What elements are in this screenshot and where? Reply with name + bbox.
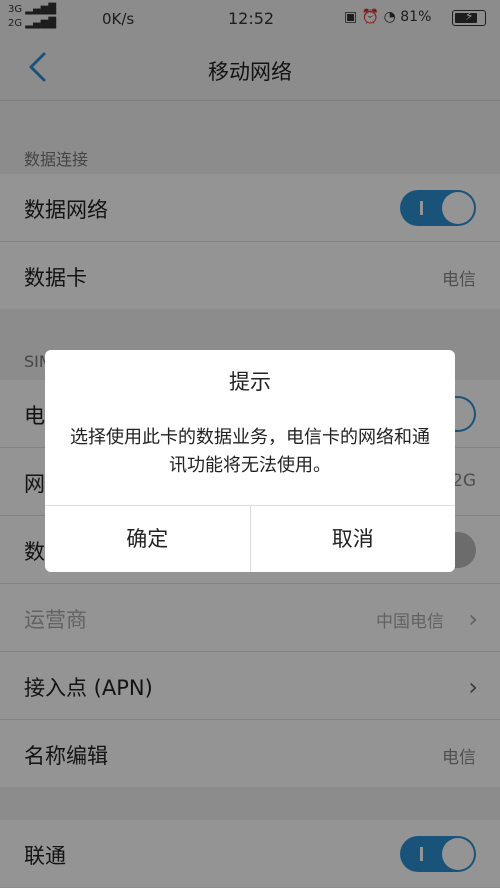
dialog-title: 提示	[229, 370, 271, 394]
dialog-buttons: 确定 取消	[45, 505, 455, 572]
cancel-button[interactable]: 取消	[249, 506, 456, 572]
confirm-button[interactable]: 确定	[45, 506, 250, 572]
prompt-dialog: 提示 选择使用此卡的数据业务，电信卡的网络和通讯功能将无法使用。 确定 取消	[45, 350, 455, 572]
dialog-message: 选择使用此卡的数据业务，电信卡的网络和通讯功能将无法使用。	[70, 427, 430, 476]
